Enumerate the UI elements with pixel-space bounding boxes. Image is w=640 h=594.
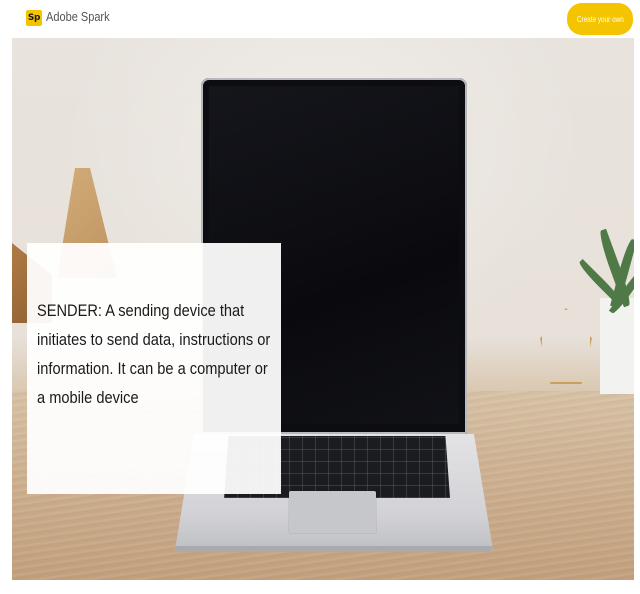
logo-text: Sp [27,13,41,23]
adobe-spark-logo[interactable]: Sp [26,10,42,26]
create-your-own-button[interactable]: Create your own [567,3,633,35]
top-bar: Sp Adobe Spark Create your own [0,0,640,38]
laptop-base-edge [175,546,493,552]
sender-description: SENDER: A sending device that initiates … [37,301,271,407]
laptop-trackpad [289,491,376,533]
app-name[interactable]: Adobe Spark [46,10,110,24]
plant-pot [600,298,634,394]
create-your-own-label: Create your own [576,14,624,24]
